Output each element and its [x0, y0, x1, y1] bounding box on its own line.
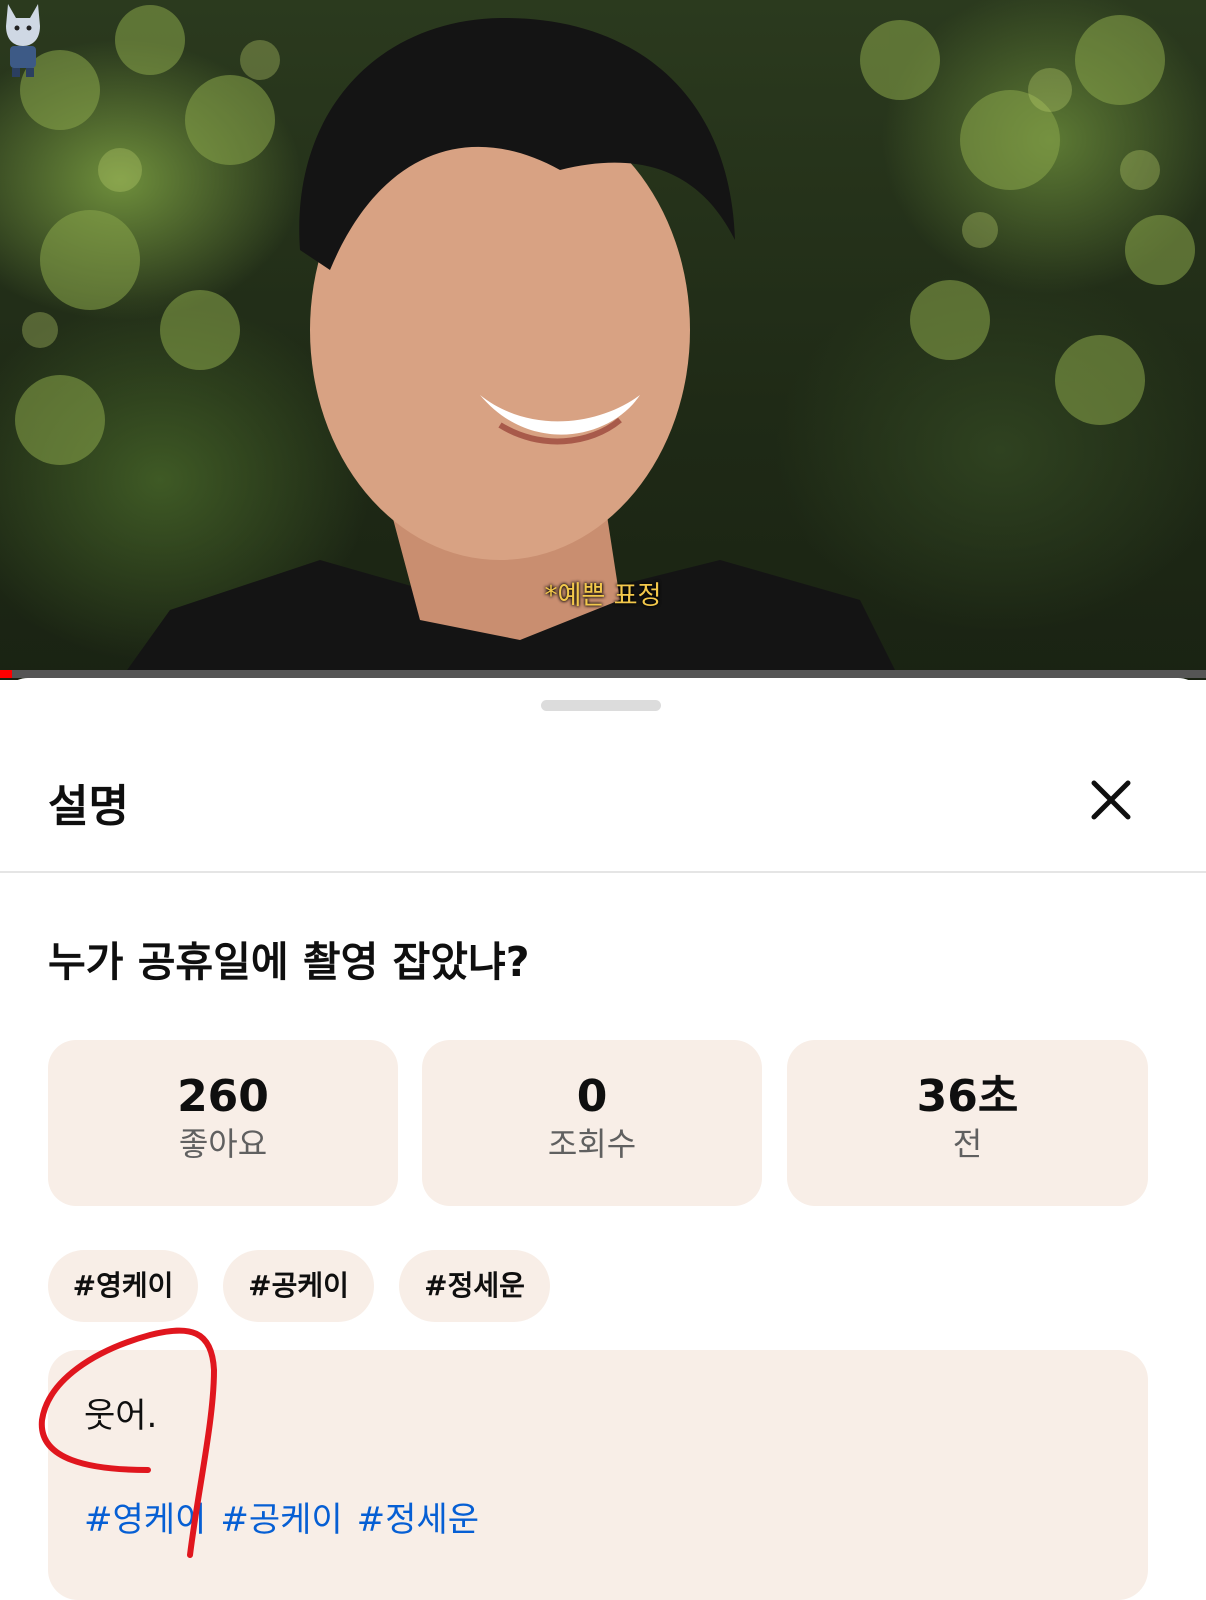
description-hashtag-link[interactable]: #정세운	[357, 1500, 479, 1540]
views-count: 0	[576, 1071, 608, 1122]
upload-time-label: 전	[952, 1125, 983, 1163]
hashtag-chip[interactable]: #정세운	[399, 1250, 550, 1322]
description-hashtag-link[interactable]: #영케이	[84, 1500, 206, 1540]
close-icon[interactable]	[1082, 771, 1140, 829]
views-stat: 0 조회수	[422, 1040, 762, 1206]
hashtag-chip[interactable]: #공케이	[223, 1250, 374, 1322]
video-progress-bar[interactable]	[0, 670, 1206, 678]
upload-time-stat: 36초 전	[787, 1040, 1148, 1206]
description-hashtag-link[interactable]: #공케이	[220, 1500, 342, 1540]
description-sheet: 설명 누가 공휴일에 촬영 잡았냐? 260 좋아요 0 조회수 36초 전 #…	[0, 678, 1206, 1600]
description-text: 웃어.	[84, 1396, 158, 1436]
hashtag-chip[interactable]: #영케이	[48, 1250, 198, 1322]
sheet-divider	[0, 871, 1206, 873]
description-box: 웃어. #영케이 #공케이 #정세운	[48, 1350, 1148, 1600]
video-subtitle: *예쁜 표정	[544, 581, 662, 611]
video-player[interactable]: *예쁜 표정	[0, 0, 1206, 680]
video-title: 누가 공휴일에 촬영 잡았냐?	[48, 938, 530, 986]
likes-count: 260	[177, 1071, 269, 1122]
video-progress-fill	[0, 670, 13, 678]
upload-time-value: 36초	[916, 1071, 1019, 1122]
sheet-title: 설명	[48, 781, 129, 832]
channel-mascot-icon	[6, 4, 40, 77]
views-label: 조회수	[547, 1125, 637, 1163]
likes-label: 좋아요	[178, 1125, 268, 1163]
likes-stat: 260 좋아요	[48, 1040, 398, 1206]
description-hashtags: #영케이 #공케이 #정세운	[84, 1492, 493, 1541]
drag-handle[interactable]	[541, 700, 661, 711]
